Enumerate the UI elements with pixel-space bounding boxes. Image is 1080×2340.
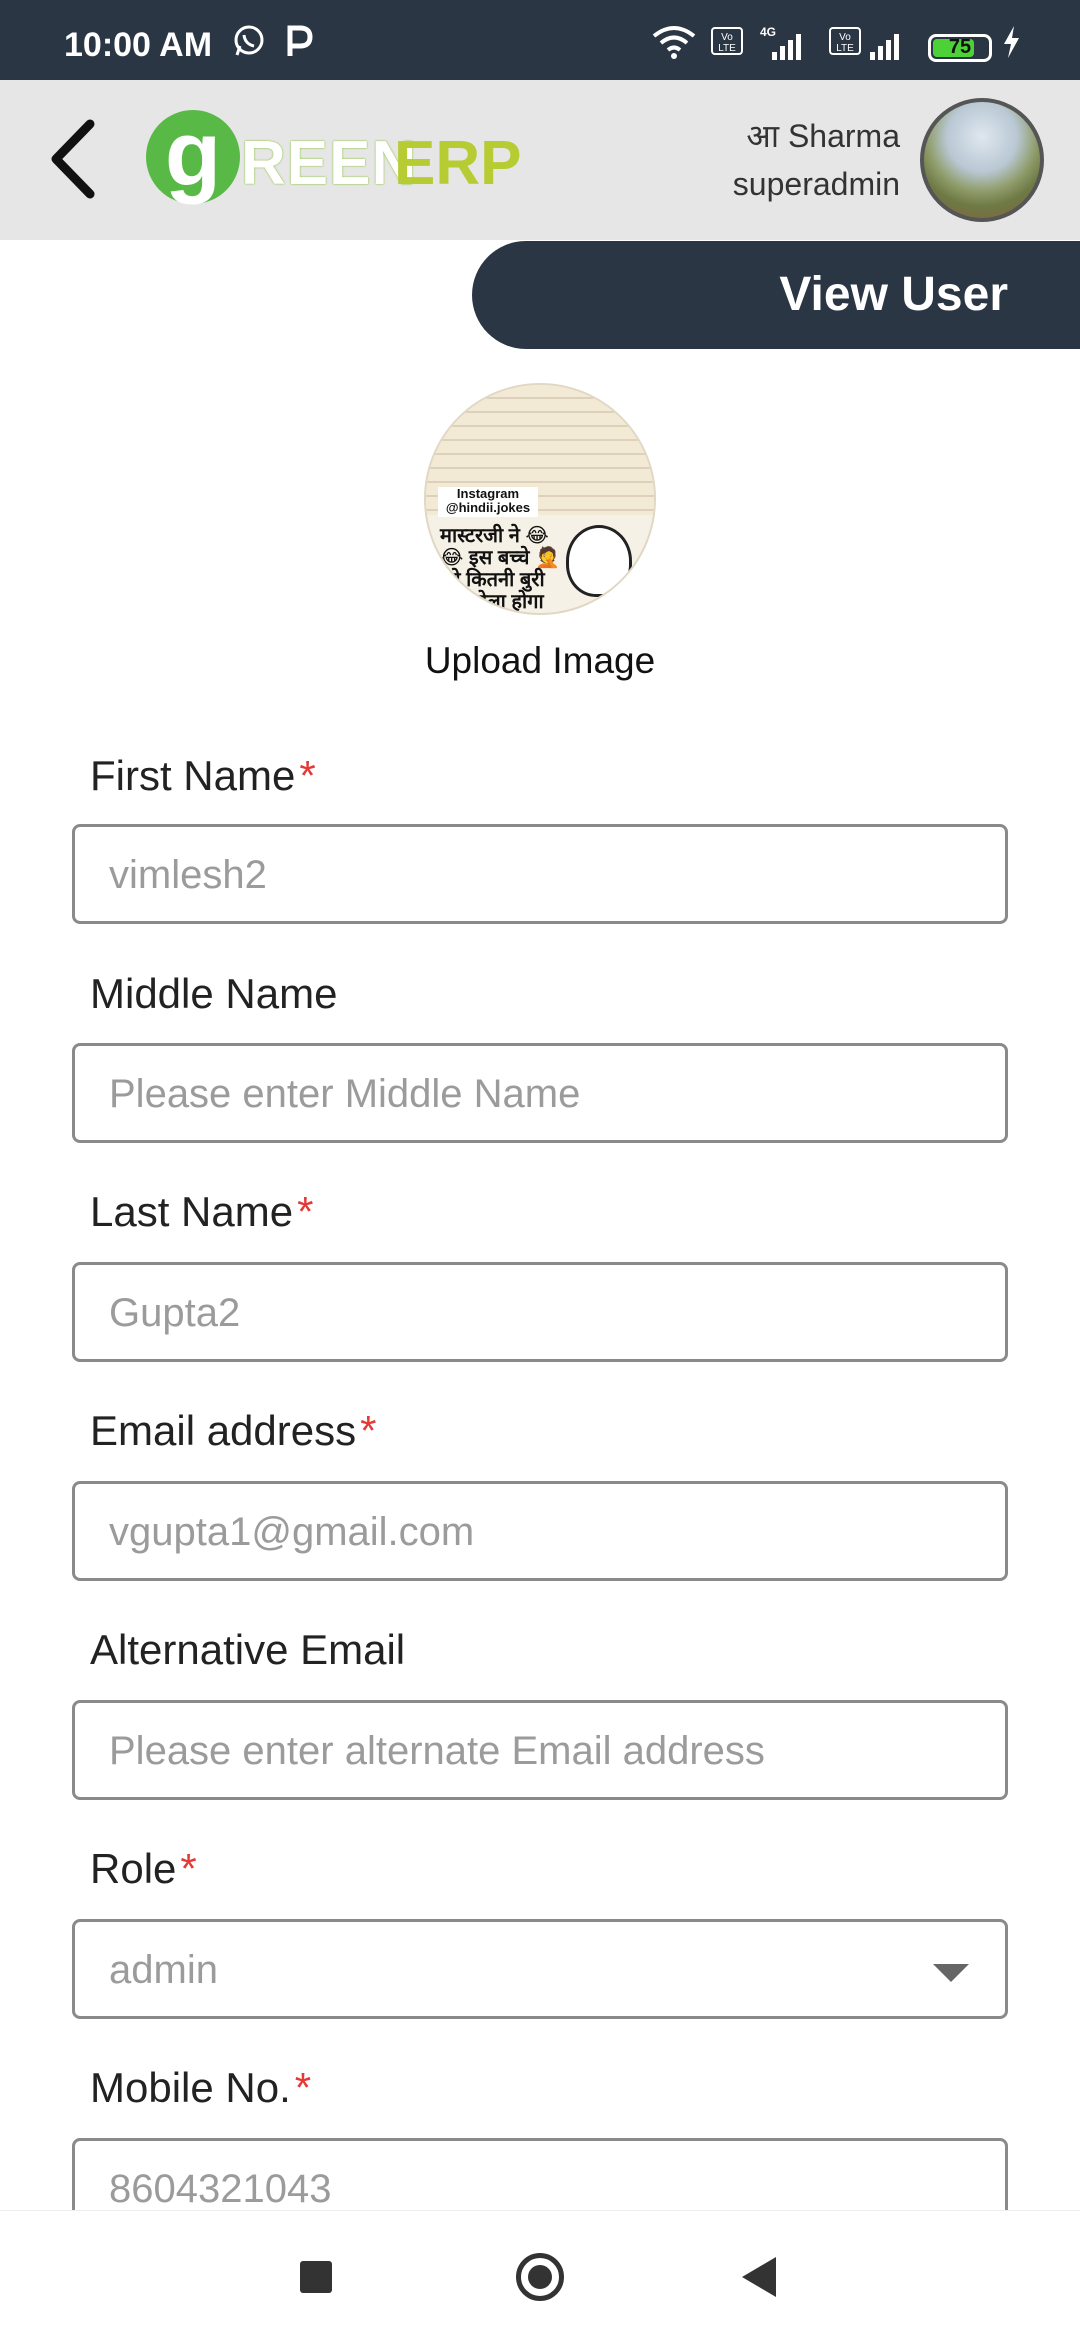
- app-header: g REEN ERP आ Sharma superadmin: [0, 80, 1080, 240]
- view-user-banner: View User: [472, 241, 1080, 349]
- home-icon[interactable]: [516, 2253, 564, 2301]
- role-label: Role*: [90, 1845, 197, 1892]
- wifi-icon: [652, 26, 696, 59]
- image-tag: Instagram @hindii.jokes: [438, 487, 538, 517]
- upload-image-button[interactable]: Upload Image: [0, 640, 1080, 682]
- p-icon: [287, 25, 313, 56]
- alt-email-placeholder: Please enter alternate Email address: [109, 1729, 765, 1773]
- svg-text:Vo: Vo: [721, 32, 733, 43]
- back-icon[interactable]: [742, 2257, 776, 2297]
- user-avatar[interactable]: [920, 98, 1044, 222]
- email-label: Email address*: [90, 1407, 377, 1454]
- mobile-value: 8604321043: [109, 2167, 332, 2211]
- last-name-field[interactable]: Gupta2: [72, 1262, 1008, 1362]
- middle-name-label: Middle Name: [90, 970, 338, 1017]
- volte-icon-2: Vo LTE: [829, 27, 861, 55]
- alt-email-field[interactable]: Please enter alternate Email address: [72, 1700, 1008, 1800]
- whatsapp-icon: [234, 25, 264, 56]
- meme-face: [566, 525, 632, 597]
- signal-icon: [870, 34, 899, 60]
- alt-email-label: Alternative Email: [90, 1626, 406, 1673]
- chevron-down-icon: [933, 1964, 969, 1982]
- image-caption: मास्टरजी ने 😂😂 इस बच्चे 🤦 को कितनी बुरी …: [440, 525, 560, 613]
- first-name-field[interactable]: vimlesh2: [72, 824, 1008, 924]
- logo-g: g: [164, 103, 222, 205]
- logo-erp: ERP: [394, 129, 522, 198]
- navigation-bar: [0, 2210, 1080, 2340]
- email-value: vgupta1@gmail.com: [109, 1510, 475, 1554]
- page-title: View User: [779, 268, 1008, 321]
- user-name: आ Sharma: [746, 118, 900, 154]
- svg-text:LTE: LTE: [836, 43, 854, 54]
- middle-name-placeholder: Please enter Middle Name: [109, 1072, 581, 1116]
- mobile-label: Mobile No.*: [90, 2064, 312, 2111]
- required-mark: *: [294, 2064, 312, 2111]
- required-mark: *: [299, 752, 316, 799]
- first-name-value: vimlesh2: [109, 853, 267, 897]
- role-select[interactable]: admin: [72, 1919, 1008, 2019]
- back-arrow-icon[interactable]: [40, 114, 110, 204]
- green-erp-logo: g REEN ERP: [146, 103, 521, 210]
- role-value: admin: [109, 1948, 218, 1992]
- svg-text:LTE: LTE: [718, 43, 736, 54]
- svg-text:Vo: Vo: [839, 32, 851, 43]
- last-name-value: Gupta2: [109, 1291, 241, 1335]
- logo-reen: REEN: [241, 129, 418, 198]
- email-field[interactable]: vgupta1@gmail.com: [72, 1481, 1008, 1581]
- first-name-label: First Name*: [90, 752, 316, 799]
- battery-level: 75: [948, 36, 972, 58]
- required-mark: *: [180, 1845, 197, 1892]
- battery-icon: 75: [928, 34, 992, 62]
- profile-image[interactable]: Instagram @hindii.jokes मास्टरजी ने 😂😂 इ…: [424, 383, 656, 615]
- status-bar: 10:00 AM Vo LTE 4G Vo LTE 75: [0, 0, 1080, 80]
- volte-icon: Vo LTE: [711, 27, 743, 55]
- required-mark: *: [360, 1407, 377, 1454]
- svg-text:4G: 4G: [760, 25, 776, 39]
- 4g-signal-icon: 4G: [760, 25, 801, 60]
- charging-icon: [1004, 26, 1019, 58]
- user-role: superadmin: [732, 166, 900, 202]
- required-mark: *: [297, 1188, 314, 1235]
- recents-icon[interactable]: [300, 2261, 332, 2293]
- last-name-label: Last Name*: [90, 1188, 314, 1235]
- middle-name-field[interactable]: Please enter Middle Name: [72, 1043, 1008, 1143]
- status-time: 10:00 AM: [64, 26, 213, 64]
